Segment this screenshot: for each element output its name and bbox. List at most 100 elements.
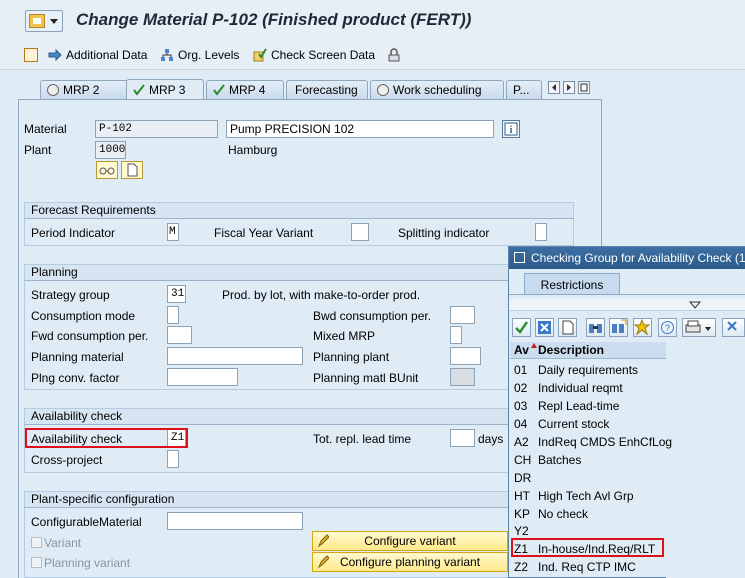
planning-material-field[interactable] [167,347,303,365]
system-menu-button[interactable] [25,10,63,32]
consumption-mode-label: Consumption mode [31,309,136,323]
list-item[interactable]: 02 Individual reqmt [510,379,666,397]
find-next-button[interactable] [609,318,628,337]
help-icon: ? [661,321,674,334]
additional-data-button[interactable]: Additional Data [48,47,147,63]
material-label: Material [24,122,67,136]
row-description: Individual reqmt [538,381,623,395]
more-tools-button[interactable] [722,318,745,337]
list-item[interactable]: 01 Daily requirements [510,361,666,379]
splitting-indicator-field[interactable] [535,223,547,241]
restrictions-label: Restrictions [540,277,604,292]
info-icon: i [504,122,518,136]
collapse-icon [689,301,701,309]
period-indicator-label: Period Indicator [31,226,116,240]
period-indicator-field[interactable]: M [167,223,179,241]
tab-forecasting[interactable]: Forecasting [286,80,368,99]
list-item[interactable]: DR [510,469,666,487]
lock-button[interactable] [387,47,405,63]
tab-more[interactable]: P... [506,80,542,99]
planning-plant-field[interactable] [450,347,481,365]
org-levels-button[interactable]: Org. Levels [160,47,239,63]
tab-scroll-right-button[interactable] [563,81,575,94]
strategy-group-field[interactable]: 31 [167,285,186,303]
restrictions-collapse-bar[interactable] [509,299,745,311]
availability-check-highlight [25,428,188,448]
row-code: Z2 [514,560,529,574]
tab-scroll-left-button[interactable] [548,81,560,94]
row-code: CH [514,453,532,467]
fiscal-year-variant-field[interactable] [351,223,369,241]
tab-divider [18,99,602,100]
print-button[interactable] [682,318,716,337]
glasses-button[interactable] [96,161,118,179]
list-item[interactable]: CH Batches [510,451,666,469]
list-item[interactable]: A2 IndReq CMDS EnhCfLog [510,433,672,451]
check-screen-data-label: Check Screen Data [271,48,376,62]
tab-label: MRP 2 [63,83,100,97]
consumption-mode-field[interactable] [167,306,179,324]
new-button[interactable] [558,318,577,337]
check-screen-data-button[interactable]: Check Screen Data [253,47,375,63]
bwd-consumption-field[interactable] [450,306,475,324]
fwd-consumption-field[interactable] [167,326,192,344]
fiscal-year-variant-label: Fiscal Year Variant [214,226,314,240]
org-levels-label: Org. Levels [178,48,240,62]
favorite-button[interactable] [633,318,652,337]
cross-project-field[interactable] [167,450,179,468]
tab-work-scheduling[interactable]: Work scheduling [370,80,504,99]
tab-label: P... [513,83,530,97]
strategy-group-label: Strategy group [31,288,110,302]
forecast-requirements-header: Forecast Requirements [24,202,574,219]
tab-mrp-4[interactable]: MRP 4 [206,80,284,99]
svg-text:i: i [510,125,513,136]
pencil-icon [317,555,330,569]
plant-label: Plant [24,143,52,157]
tab-restrictions[interactable]: Restrictions [524,273,620,295]
tab-list-button[interactable] [578,81,590,94]
planning-matl-bunit-label: Planning matl BUnit [313,371,419,385]
find-button[interactable] [586,318,605,337]
variant-checkbox[interactable] [31,537,42,548]
continue-button[interactable] [512,318,531,337]
cancel-button[interactable] [535,318,554,337]
configurable-material-field[interactable] [167,512,303,530]
configure-planning-variant-button[interactable]: Configure planning variant [312,552,508,572]
row-description: IndReq CMDS EnhCfLog [538,435,673,449]
plant-field: 1000 [95,141,126,159]
list-item[interactable]: KP No check [510,505,666,523]
row-code: Y2 [514,524,529,538]
cross-project-label: Cross-project [31,453,103,467]
export-button[interactable] [24,47,42,63]
document-button[interactable] [121,161,143,179]
plng-conv-factor-field[interactable] [167,368,238,386]
dialog-title: Checking Group for Availability Check (1… [531,251,745,265]
info-button[interactable]: i [502,120,520,138]
list-item[interactable]: HT High Tech Avl Grp [510,487,666,505]
tot-repl-lead-time-label: Tot. repl. lead time [313,432,412,446]
row-code: A2 [514,435,529,449]
glasses-icon [99,167,115,175]
list-item[interactable]: 03 Repl Lead-time [510,397,666,415]
list-item[interactable]: Z2 Ind. Req CTP IMC [510,558,666,576]
material-description-field[interactable]: Pump PRECISION 102 [226,120,494,138]
tot-repl-lead-time-field[interactable] [450,429,475,447]
row-description: High Tech Avl Grp [538,489,634,503]
tab-mrp-3[interactable]: MRP 3 [126,79,204,100]
configure-variant-button[interactable]: Configure variant [312,531,508,551]
arrow-right-icon [48,48,62,62]
find-next-icon [612,319,627,333]
svg-text:?: ? [665,323,670,333]
help-button[interactable]: ? [658,318,677,337]
mixed-mrp-field[interactable] [450,326,462,344]
material-field: P-102 [95,120,218,138]
column-header-av[interactable]: Av [514,343,529,357]
list-item[interactable]: 04 Current stock [510,415,666,433]
dialog-title-bar: Checking Group for Availability Check (1… [509,247,745,269]
tab-mrp-2[interactable]: MRP 2 [40,80,128,99]
planning-matl-bunit-field [450,368,475,386]
list-header: Av Description [510,342,666,359]
configurable-material-label: ConfigurableMaterial [31,515,142,529]
planning-variant-checkbox[interactable] [31,557,42,568]
column-header-description[interactable]: Description [538,343,604,357]
